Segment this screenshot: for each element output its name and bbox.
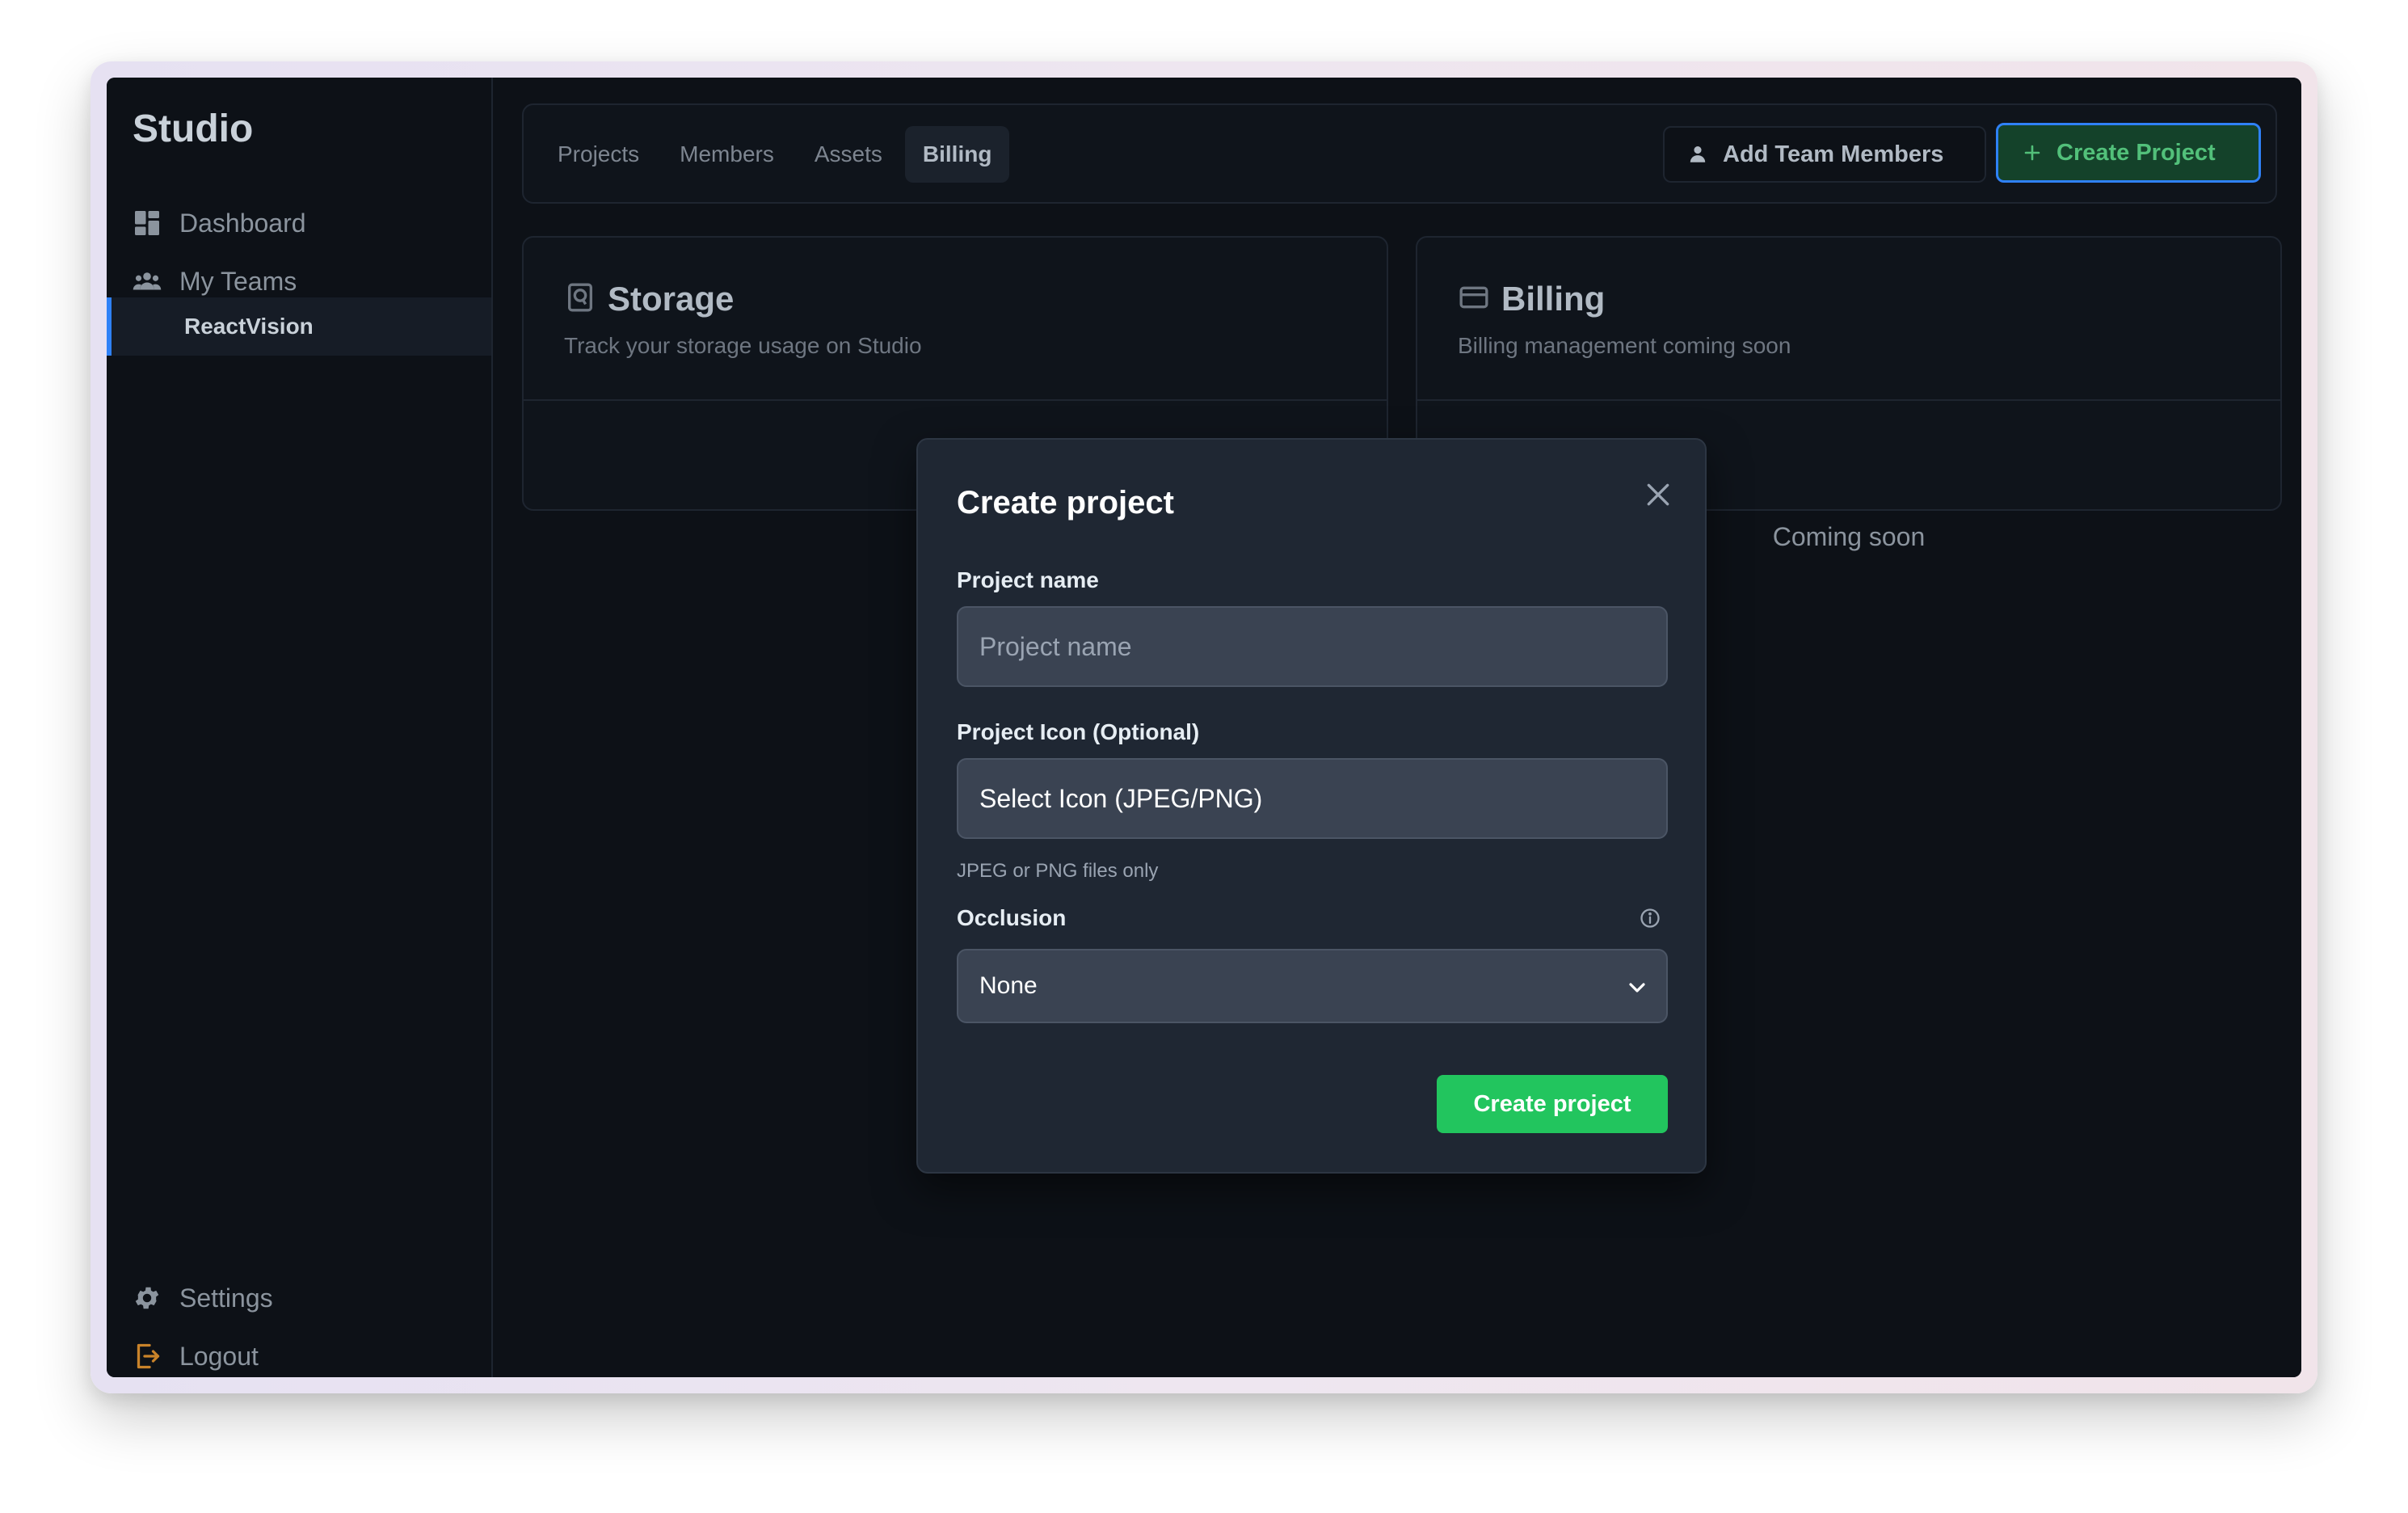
tab-members[interactable]: Members <box>662 126 792 183</box>
storage-description: Track your storage usage on Studio <box>564 333 922 358</box>
create-project-label: Create Project <box>2056 139 2216 166</box>
sidebar-item-label: Logout <box>179 1341 259 1371</box>
storage-title: Storage <box>608 280 735 318</box>
gear-icon <box>135 1287 159 1309</box>
select-icon-button[interactable]: Select Icon (JPEG/PNG) <box>957 758 1668 839</box>
sidebar-item-dashboard[interactable]: Dashboard <box>133 202 306 244</box>
sidebar-item-settings[interactable]: Settings <box>133 1277 273 1319</box>
add-team-members-button[interactable]: Add Team Members <box>1663 126 1986 183</box>
credit-card-icon <box>1459 286 1488 309</box>
icon-file-hint: JPEG or PNG files only <box>957 860 1159 882</box>
sidebar: Studio Dashboard My Teams ReactVision Se… <box>107 78 493 1377</box>
occlusion-select[interactable]: None <box>957 949 1668 1023</box>
close-icon[interactable] <box>1642 478 1674 511</box>
tab-projects[interactable]: Projects <box>540 126 657 183</box>
submit-create-project-button[interactable]: Create project <box>1437 1075 1668 1133</box>
sidebar-item-label: Settings <box>179 1283 273 1313</box>
project-name-input[interactable] <box>957 606 1668 687</box>
project-name-label: Project name <box>957 567 1099 592</box>
top-navigation: Projects Members Assets Billing Add Team… <box>522 103 2277 204</box>
billing-description: Billing management coming soon <box>1458 333 1791 358</box>
logout-icon <box>137 1343 160 1369</box>
teams-icon <box>133 272 162 290</box>
plus-icon <box>2024 145 2040 161</box>
tab-billing[interactable]: Billing <box>904 126 1010 183</box>
occlusion-selected-value: None <box>979 972 1038 999</box>
billing-card-header: Billing Billing management coming soon <box>1417 238 2280 401</box>
app-window: Studio Dashboard My Teams ReactVision Se… <box>107 78 2301 1377</box>
sidebar-item-label: Dashboard <box>179 208 306 238</box>
sidebar-item-label: My Teams <box>179 266 297 296</box>
sidebar-item-logout[interactable]: Logout <box>133 1335 259 1377</box>
add-team-members-label: Add Team Members <box>1723 141 1944 167</box>
sidebar-item-reactvision[interactable]: ReactVision <box>107 297 491 356</box>
dashboard-icon <box>135 211 159 235</box>
tab-assets[interactable]: Assets <box>797 126 900 183</box>
occlusion-label: Occlusion <box>957 905 1067 930</box>
sidebar-item-my-teams[interactable]: My Teams <box>133 260 297 302</box>
user-icon <box>1690 146 1706 162</box>
drive-icon <box>568 283 592 312</box>
storage-card-header: Storage Track your storage usage on Stud… <box>524 238 1387 401</box>
chevron-down-icon <box>1629 983 1645 993</box>
create-project-button[interactable]: Create Project <box>1996 123 2261 183</box>
info-icon[interactable] <box>1639 907 1661 929</box>
dialog-title: Create project <box>957 485 1174 520</box>
billing-title: Billing <box>1501 280 1606 318</box>
project-icon-label: Project Icon (Optional) <box>957 719 1200 744</box>
tab-bar: Projects Members Assets Billing <box>540 126 1010 183</box>
create-project-dialog: Create project Project name Project Icon… <box>916 438 1707 1174</box>
brand-logo: Studio <box>133 107 254 150</box>
